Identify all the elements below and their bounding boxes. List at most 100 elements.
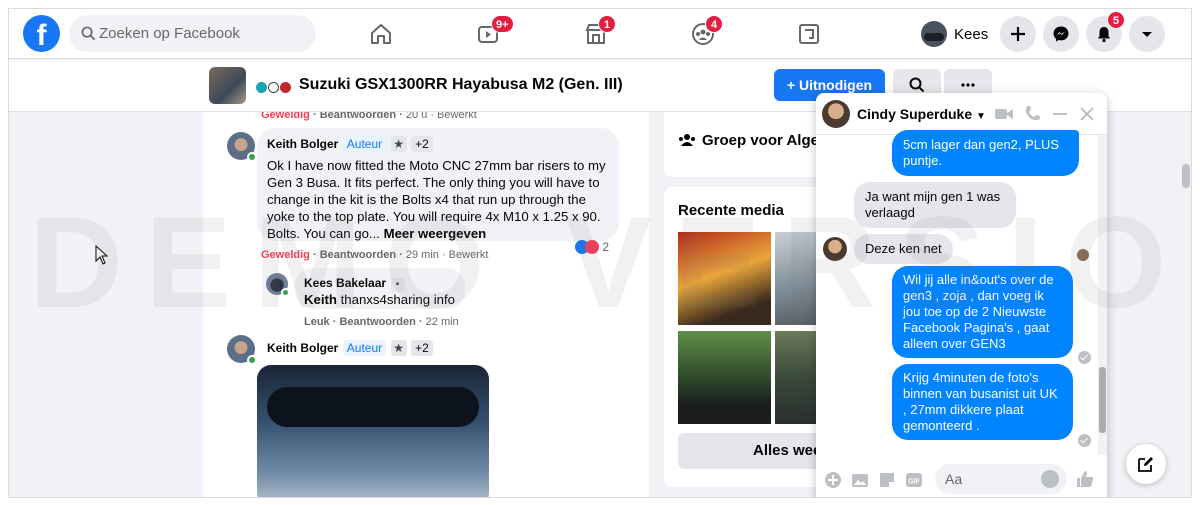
avatar[interactable] <box>266 273 290 297</box>
media-thumbnail[interactable] <box>678 232 771 325</box>
sticker-icon[interactable] <box>878 471 896 489</box>
search-icon <box>81 26 96 41</box>
profile-name: Kees <box>954 26 989 43</box>
prev-comment-actions: Geweldig · Beantwoorden · 20 u · Bewerkt <box>261 112 477 121</box>
chat-scrollbar[interactable] <box>1098 135 1107 455</box>
contact-name-text: Cindy Superduke <box>857 106 973 122</box>
group-title[interactable]: Suzuki GSX1300RR Hayabusa M2 (Gen. III) <box>299 76 623 94</box>
sent-check-icon <box>1078 351 1091 364</box>
close-icon[interactable] <box>1077 104 1097 124</box>
gif-icon[interactable]: GIF <box>905 471 923 489</box>
comment-feed: Geweldig · Beantwoorden · 20 u · Bewerkt… <box>203 112 649 497</box>
reply-body: thanxs4sharing info <box>340 292 456 307</box>
search-icon <box>909 77 925 93</box>
nav-watch-tab[interactable]: 9+ <box>471 15 514 51</box>
comment-actions: Geweldig · Beantwoorden · 29 min · Bewer… <box>261 249 489 261</box>
reply-bubble: Kees Bakelaar ▪ Keith thanxs4sharing inf… <box>295 268 465 309</box>
avatar[interactable] <box>227 132 257 162</box>
comment-meta: 20 u · Bewerkt <box>405 112 477 121</box>
group-cover-thumbnail[interactable] <box>209 67 246 104</box>
reply-actions: Leuk · Beantwoorden · 22 min <box>304 316 459 328</box>
thumbs-up-icon[interactable] <box>1075 469 1095 489</box>
seen-avatar <box>1077 249 1089 261</box>
reply-link[interactable]: Beantwoorden <box>320 249 396 261</box>
chat-badge-icon: ▪ <box>390 278 405 292</box>
chevron-down-icon: ▼ <box>976 111 986 122</box>
plus-icon <box>1011 27 1025 41</box>
page-scrollbar[interactable] <box>1179 112 1191 497</box>
reply-text: Keith thanxs4sharing info <box>304 291 455 308</box>
nav-home-tab[interactable] <box>364 17 398 51</box>
avatar <box>921 21 947 47</box>
comment-header: Keith Bolger Auteur ★ +2 <box>267 339 433 357</box>
avatar[interactable] <box>227 335 257 365</box>
online-indicator <box>247 152 257 162</box>
avatar[interactable] <box>822 100 850 128</box>
avatar <box>823 237 847 261</box>
chat-window: Cindy Superduke ▼ 5cm lager dan gen2, PL… <box>816 93 1107 497</box>
emoji-icon[interactable] <box>1041 470 1059 488</box>
author-badge: Auteur <box>342 136 387 152</box>
love-reaction-link[interactable]: Geweldig <box>261 249 310 261</box>
photo-icon[interactable] <box>851 471 869 489</box>
online-indicator <box>281 288 290 297</box>
notifications-button[interactable]: 5 <box>1086 11 1125 52</box>
scroll-thumb[interactable] <box>1099 367 1106 433</box>
messenger-button[interactable] <box>1043 16 1079 52</box>
love-reaction-link[interactable]: Geweldig <box>261 112 310 121</box>
star-badge-icon: ★ <box>390 340 407 356</box>
new-message-button[interactable] <box>1126 444 1166 484</box>
chat-message-incoming: Deze ken net <box>854 234 953 264</box>
comment-author[interactable]: Keith Bolger <box>267 341 338 355</box>
chat-message-outgoing: Krijg 4minuten de foto's binnen van busa… <box>892 364 1073 440</box>
comment-meta: 29 min · Bewerkt <box>405 249 489 261</box>
plus-circle-icon[interactable] <box>824 471 842 489</box>
extra-badges: +2 <box>411 340 433 356</box>
browser-viewport: f 9+ 1 4 Kees <box>8 8 1192 498</box>
reply-author[interactable]: Kees Bakelaar <box>304 276 386 290</box>
minimize-icon[interactable] <box>1050 104 1070 124</box>
love-reaction-icon <box>585 240 599 254</box>
reaction-summary[interactable]: 2 <box>575 240 609 254</box>
chat-composer: GIF <box>816 459 1107 497</box>
reply-meta: 22 min <box>425 316 459 328</box>
video-call-icon[interactable] <box>994 104 1014 124</box>
like-link[interactable]: Leuk <box>304 316 330 328</box>
account-menu-button[interactable] <box>1129 16 1165 52</box>
mention-tag[interactable]: Keith <box>304 292 337 307</box>
reply-link[interactable]: Beantwoorden <box>339 316 415 328</box>
chat-header: Cindy Superduke ▼ <box>816 93 1107 135</box>
comment-author[interactable]: Keith Bolger <box>267 137 338 151</box>
comment-photo[interactable] <box>257 365 489 497</box>
comment-text: Ok I have now fitted the Moto CNC 27mm b… <box>267 157 612 242</box>
gaming-icon <box>799 24 819 44</box>
phone-icon[interactable] <box>1022 104 1042 124</box>
author-badge: Auteur <box>342 340 387 356</box>
group-color-dots <box>256 80 292 98</box>
facebook-logo[interactable]: f <box>23 15 60 52</box>
message-input-box[interactable] <box>935 464 1067 494</box>
recent-media-card: Recente media Alles weergeven <box>664 187 824 487</box>
create-button[interactable] <box>1000 16 1036 52</box>
message-input[interactable] <box>945 464 1035 494</box>
reply-link[interactable]: Beantwoorden <box>320 112 396 121</box>
home-icon <box>371 24 391 44</box>
scroll-thumb[interactable] <box>1182 164 1190 188</box>
nav-gaming-tab[interactable] <box>792 17 826 51</box>
nav-marketplace-tab[interactable]: 1 <box>579 15 616 51</box>
see-more-link[interactable]: Meer weergeven <box>384 226 487 241</box>
watch-badge: 9+ <box>491 15 514 33</box>
chat-contact-name[interactable]: Cindy Superduke ▼ <box>857 106 986 122</box>
see-all-media-button[interactable]: Alles weergeven <box>678 433 824 469</box>
caret-down-icon <box>1142 32 1152 37</box>
media-thumbnail[interactable] <box>678 331 771 424</box>
svg-text:GIF: GIF <box>908 479 920 486</box>
search-box[interactable] <box>69 15 316 52</box>
groups-badge: 4 <box>705 15 723 33</box>
reaction-count: 2 <box>602 240 610 254</box>
search-input[interactable] <box>99 15 309 52</box>
sent-check-icon <box>1078 434 1091 447</box>
nav-groups-tab[interactable]: 4 <box>686 15 723 51</box>
star-badge-icon: ★ <box>390 136 407 152</box>
top-nav: f 9+ 1 4 Kees <box>9 9 1191 59</box>
